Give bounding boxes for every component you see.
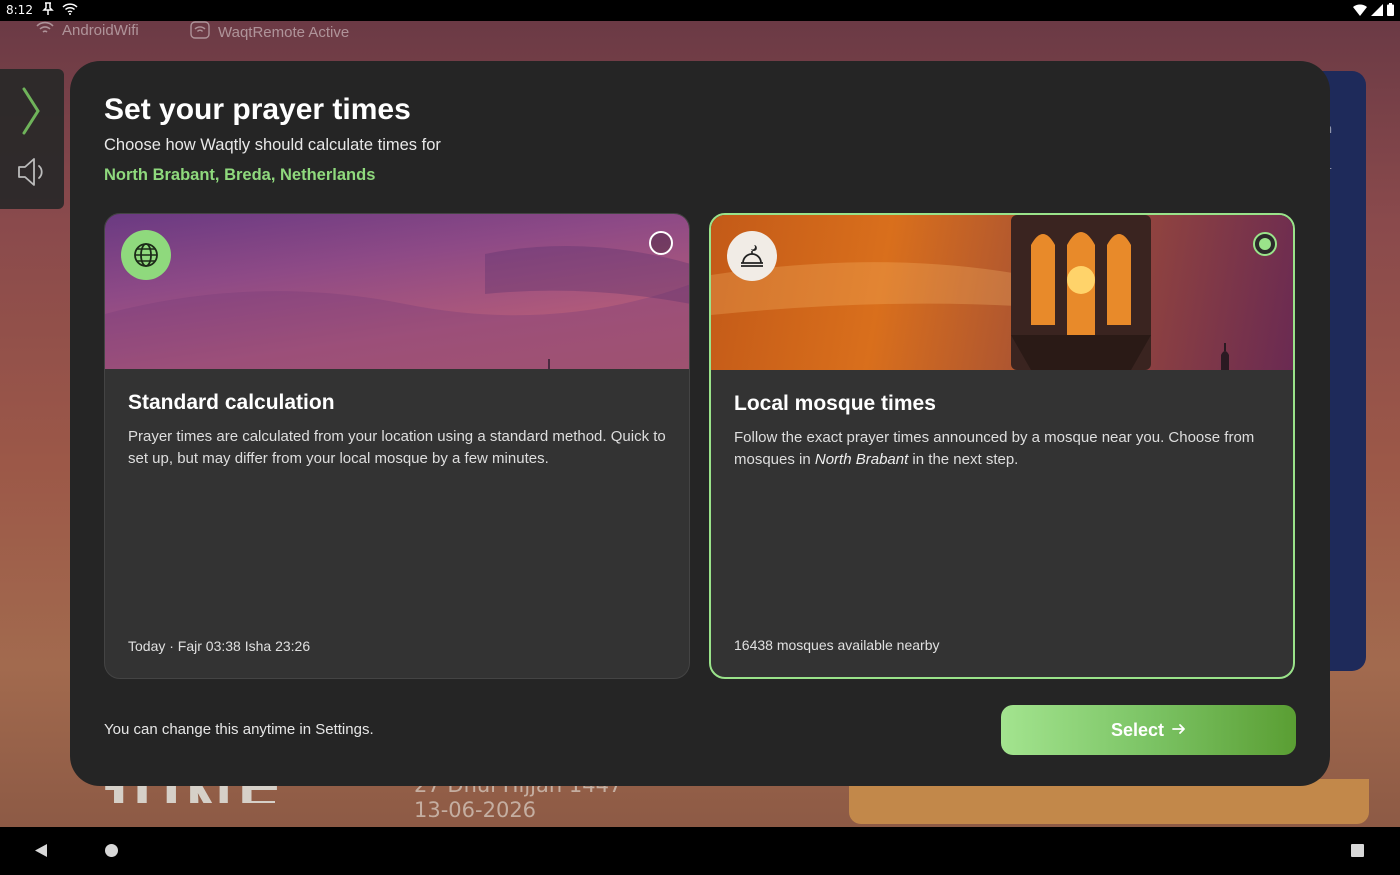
mosque-description: Follow the exact prayer times announced …: [734, 427, 1279, 471]
network-indicator: AndroidWifi: [36, 21, 139, 39]
standard-today-times: Today · Fajr 03:38 Isha 23:26: [128, 638, 311, 654]
select-button[interactable]: Select: [1001, 705, 1296, 755]
status-time: 8:12: [6, 3, 33, 17]
mosque-radio[interactable]: [1253, 232, 1277, 256]
settings-note: You can change this anytime in Settings.: [104, 721, 374, 738]
prayer-times-dialog: Set your prayer times Choose how Waqtly …: [70, 61, 1330, 786]
dialog-subtitle: Choose how Waqtly should calculate times…: [104, 136, 441, 154]
network-name: AndroidWifi: [62, 21, 139, 39]
location-label: North Brabant, Breda, Netherlands: [104, 166, 376, 184]
globe-icon: [121, 230, 171, 280]
side-controls: [0, 69, 64, 209]
navigation-bar: [0, 827, 1400, 875]
remote-indicator: WaqtRemote Active: [190, 21, 349, 43]
mosque-title: Local mosque times: [734, 392, 936, 415]
chevron-right-icon[interactable]: [20, 87, 42, 140]
pin-icon: [42, 2, 54, 19]
option-standard-calculation[interactable]: Standard calculation Prayer times are ca…: [104, 213, 690, 679]
cell-signal-icon: [1371, 3, 1383, 19]
standard-radio[interactable]: [649, 231, 673, 255]
remote-icon: [190, 21, 210, 43]
option-local-mosque[interactable]: Local mosque times Follow the exact pray…: [709, 213, 1295, 679]
standard-description: Prayer times are calculated from your lo…: [128, 428, 666, 467]
remote-status: WaqtRemote Active: [218, 23, 350, 41]
mosque-dome-icon: [727, 231, 777, 281]
wifi-icon: [36, 21, 54, 39]
home-icon[interactable]: [105, 844, 118, 857]
speaker-icon[interactable]: [16, 155, 50, 194]
standard-hero-image: [105, 214, 689, 369]
mosque-description-region: North Brabant: [814, 451, 909, 468]
wifi-status-icon: [62, 3, 78, 18]
mosque-count: 16438 mosques available nearby: [734, 637, 940, 653]
recents-icon[interactable]: [1351, 844, 1364, 857]
select-button-label: Select: [1110, 719, 1165, 740]
background-gregorian-date: 13-06-2026: [414, 798, 537, 822]
back-icon[interactable]: [34, 843, 48, 863]
mosque-hero-image: [711, 215, 1293, 370]
standard-title: Standard calculation: [128, 391, 335, 414]
battery-icon: [1387, 3, 1394, 19]
status-bar: 8:12: [0, 0, 1400, 21]
mosque-description-post: in the next step.: [908, 451, 1019, 468]
wifi-signal-icon: [1353, 3, 1367, 19]
arrow-right-icon: [1172, 720, 1186, 741]
dialog-title: Set your prayer times: [104, 93, 411, 126]
